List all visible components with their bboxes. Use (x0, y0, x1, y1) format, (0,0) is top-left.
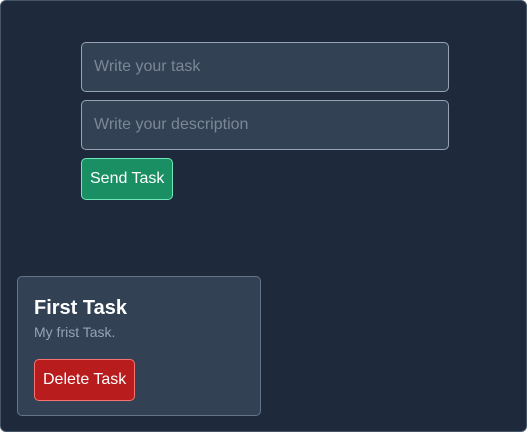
description-input[interactable] (81, 100, 449, 150)
app-container: Send Task First Task My frist Task. Dele… (0, 0, 527, 432)
delete-task-button[interactable]: Delete Task (34, 359, 136, 401)
task-form: Send Task (81, 42, 449, 200)
task-title: First Task (34, 297, 127, 319)
task-input[interactable] (81, 42, 449, 92)
task-card: First Task My frist Task. Delete Task (17, 276, 261, 416)
task-description: My frist Task. (34, 324, 116, 340)
send-task-button[interactable]: Send Task (81, 158, 174, 200)
